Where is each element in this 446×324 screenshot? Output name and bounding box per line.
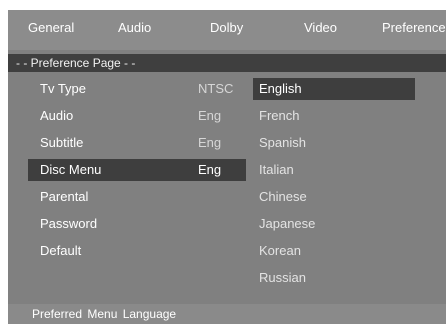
language-label: Spanish: [259, 135, 306, 150]
setting-row-password[interactable]: Password: [28, 213, 246, 235]
language-label: Japanese: [259, 216, 316, 231]
setting-row-parental[interactable]: Parental: [28, 186, 246, 208]
page-header: - - Preference Page - -: [8, 54, 446, 72]
setting-label: Password: [40, 216, 98, 231]
language-option-korean[interactable]: Korean: [253, 240, 415, 262]
page-title: - - Preference Page - -: [16, 56, 136, 70]
tab-video[interactable]: Video: [304, 20, 337, 35]
setting-row-subtitle[interactable]: Subtitle Eng: [28, 132, 246, 154]
setting-value: NTSC: [198, 81, 234, 96]
setting-label: Subtitle: [40, 135, 84, 150]
language-label: Chinese: [259, 189, 307, 204]
hint-bar: Preferred Menu Language: [8, 304, 446, 324]
setting-value: Eng: [198, 108, 222, 123]
language-option-french[interactable]: French: [253, 105, 415, 127]
tab-preference[interactable]: Preference: [382, 20, 446, 35]
dvd-setup-screen: General Audio Dolby Video Preference - -…: [8, 10, 446, 324]
setting-row-audio[interactable]: Audio Eng: [28, 105, 246, 127]
setting-row-default[interactable]: Default: [28, 240, 246, 262]
tab-general[interactable]: General: [28, 20, 74, 35]
language-label: Russian: [259, 270, 306, 285]
language-option-chinese[interactable]: Chinese: [253, 186, 415, 208]
language-label: Korean: [259, 243, 301, 258]
tab-bar: General Audio Dolby Video Preference: [8, 10, 446, 50]
tab-audio[interactable]: Audio: [118, 20, 151, 35]
setting-value: Eng: [198, 135, 222, 150]
language-label: French: [259, 108, 300, 123]
language-option-spanish[interactable]: Spanish: [253, 132, 415, 154]
tab-dolby[interactable]: Dolby: [210, 20, 243, 35]
setting-label: Parental: [40, 189, 89, 204]
setting-label: Audio: [40, 108, 74, 123]
setting-row-tv-type[interactable]: Tv Type NTSC: [28, 78, 246, 100]
setting-label: Tv Type: [40, 81, 87, 96]
setting-row-disc-menu[interactable]: Disc Menu Eng: [28, 159, 246, 181]
language-option-russian[interactable]: Russian: [253, 267, 415, 289]
footer-hint: Preferred Menu Language: [32, 307, 177, 321]
language-option-english[interactable]: English: [253, 78, 415, 100]
setting-label: Default: [40, 243, 82, 258]
language-option-japanese[interactable]: Japanese: [253, 213, 415, 235]
language-label: Italian: [259, 162, 294, 177]
language-option-italian[interactable]: Italian: [253, 159, 415, 181]
language-label: English: [259, 81, 302, 96]
setting-value: Eng: [198, 162, 222, 177]
setting-label: Disc Menu: [40, 162, 102, 177]
